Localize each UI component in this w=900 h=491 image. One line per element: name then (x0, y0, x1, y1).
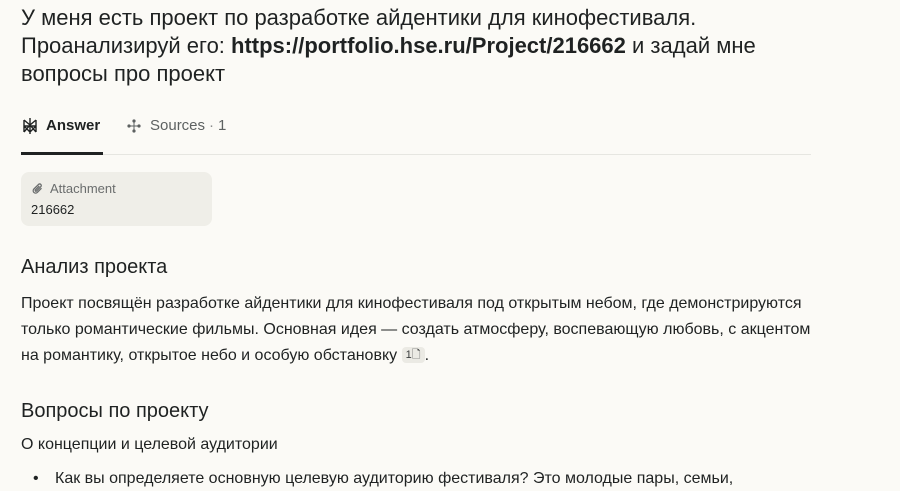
attachment-name: 216662 (31, 202, 75, 217)
list-item-text: Как вы определяете основную целевую ауди… (55, 470, 734, 487)
list-item: • Как вы определяете основную целевую ау… (21, 470, 821, 488)
bullet-dot: • (33, 470, 39, 487)
user-query: У меня есть проект по разработке айденти… (21, 4, 781, 88)
tab-answer[interactable]: Answer (21, 112, 103, 155)
section-heading-analysis: Анализ проекта (21, 256, 168, 278)
perplexity-logo-icon (21, 117, 39, 135)
document-icon: 🗋 (411, 349, 421, 361)
tab-answer-label: Answer (46, 117, 101, 134)
analysis-end: . (424, 347, 430, 364)
paperclip-icon (31, 182, 45, 196)
analysis-paragraph: Проект посвящён разработке айдентики для… (21, 291, 811, 369)
query-link[interactable]: https://portfolio.hse.ru/Project/216662 (231, 33, 626, 58)
questions-subheading: О концепции и целевой аудитории (21, 436, 278, 453)
result-tabs: Answer Sources · 1 (21, 112, 811, 155)
citation-badge[interactable]: 1🗋 (401, 347, 425, 363)
sources-icon (125, 117, 143, 135)
attachment-card[interactable]: Attachment 216662 (21, 172, 212, 226)
section-heading-questions: Вопросы по проекту (21, 400, 209, 422)
separator-dot: · (209, 117, 215, 134)
tab-sources[interactable]: Sources · 1 (125, 112, 226, 154)
attachment-label: Attachment (50, 181, 116, 196)
tab-sources-label: Sources (150, 117, 206, 134)
sources-count: 1 (218, 117, 227, 134)
